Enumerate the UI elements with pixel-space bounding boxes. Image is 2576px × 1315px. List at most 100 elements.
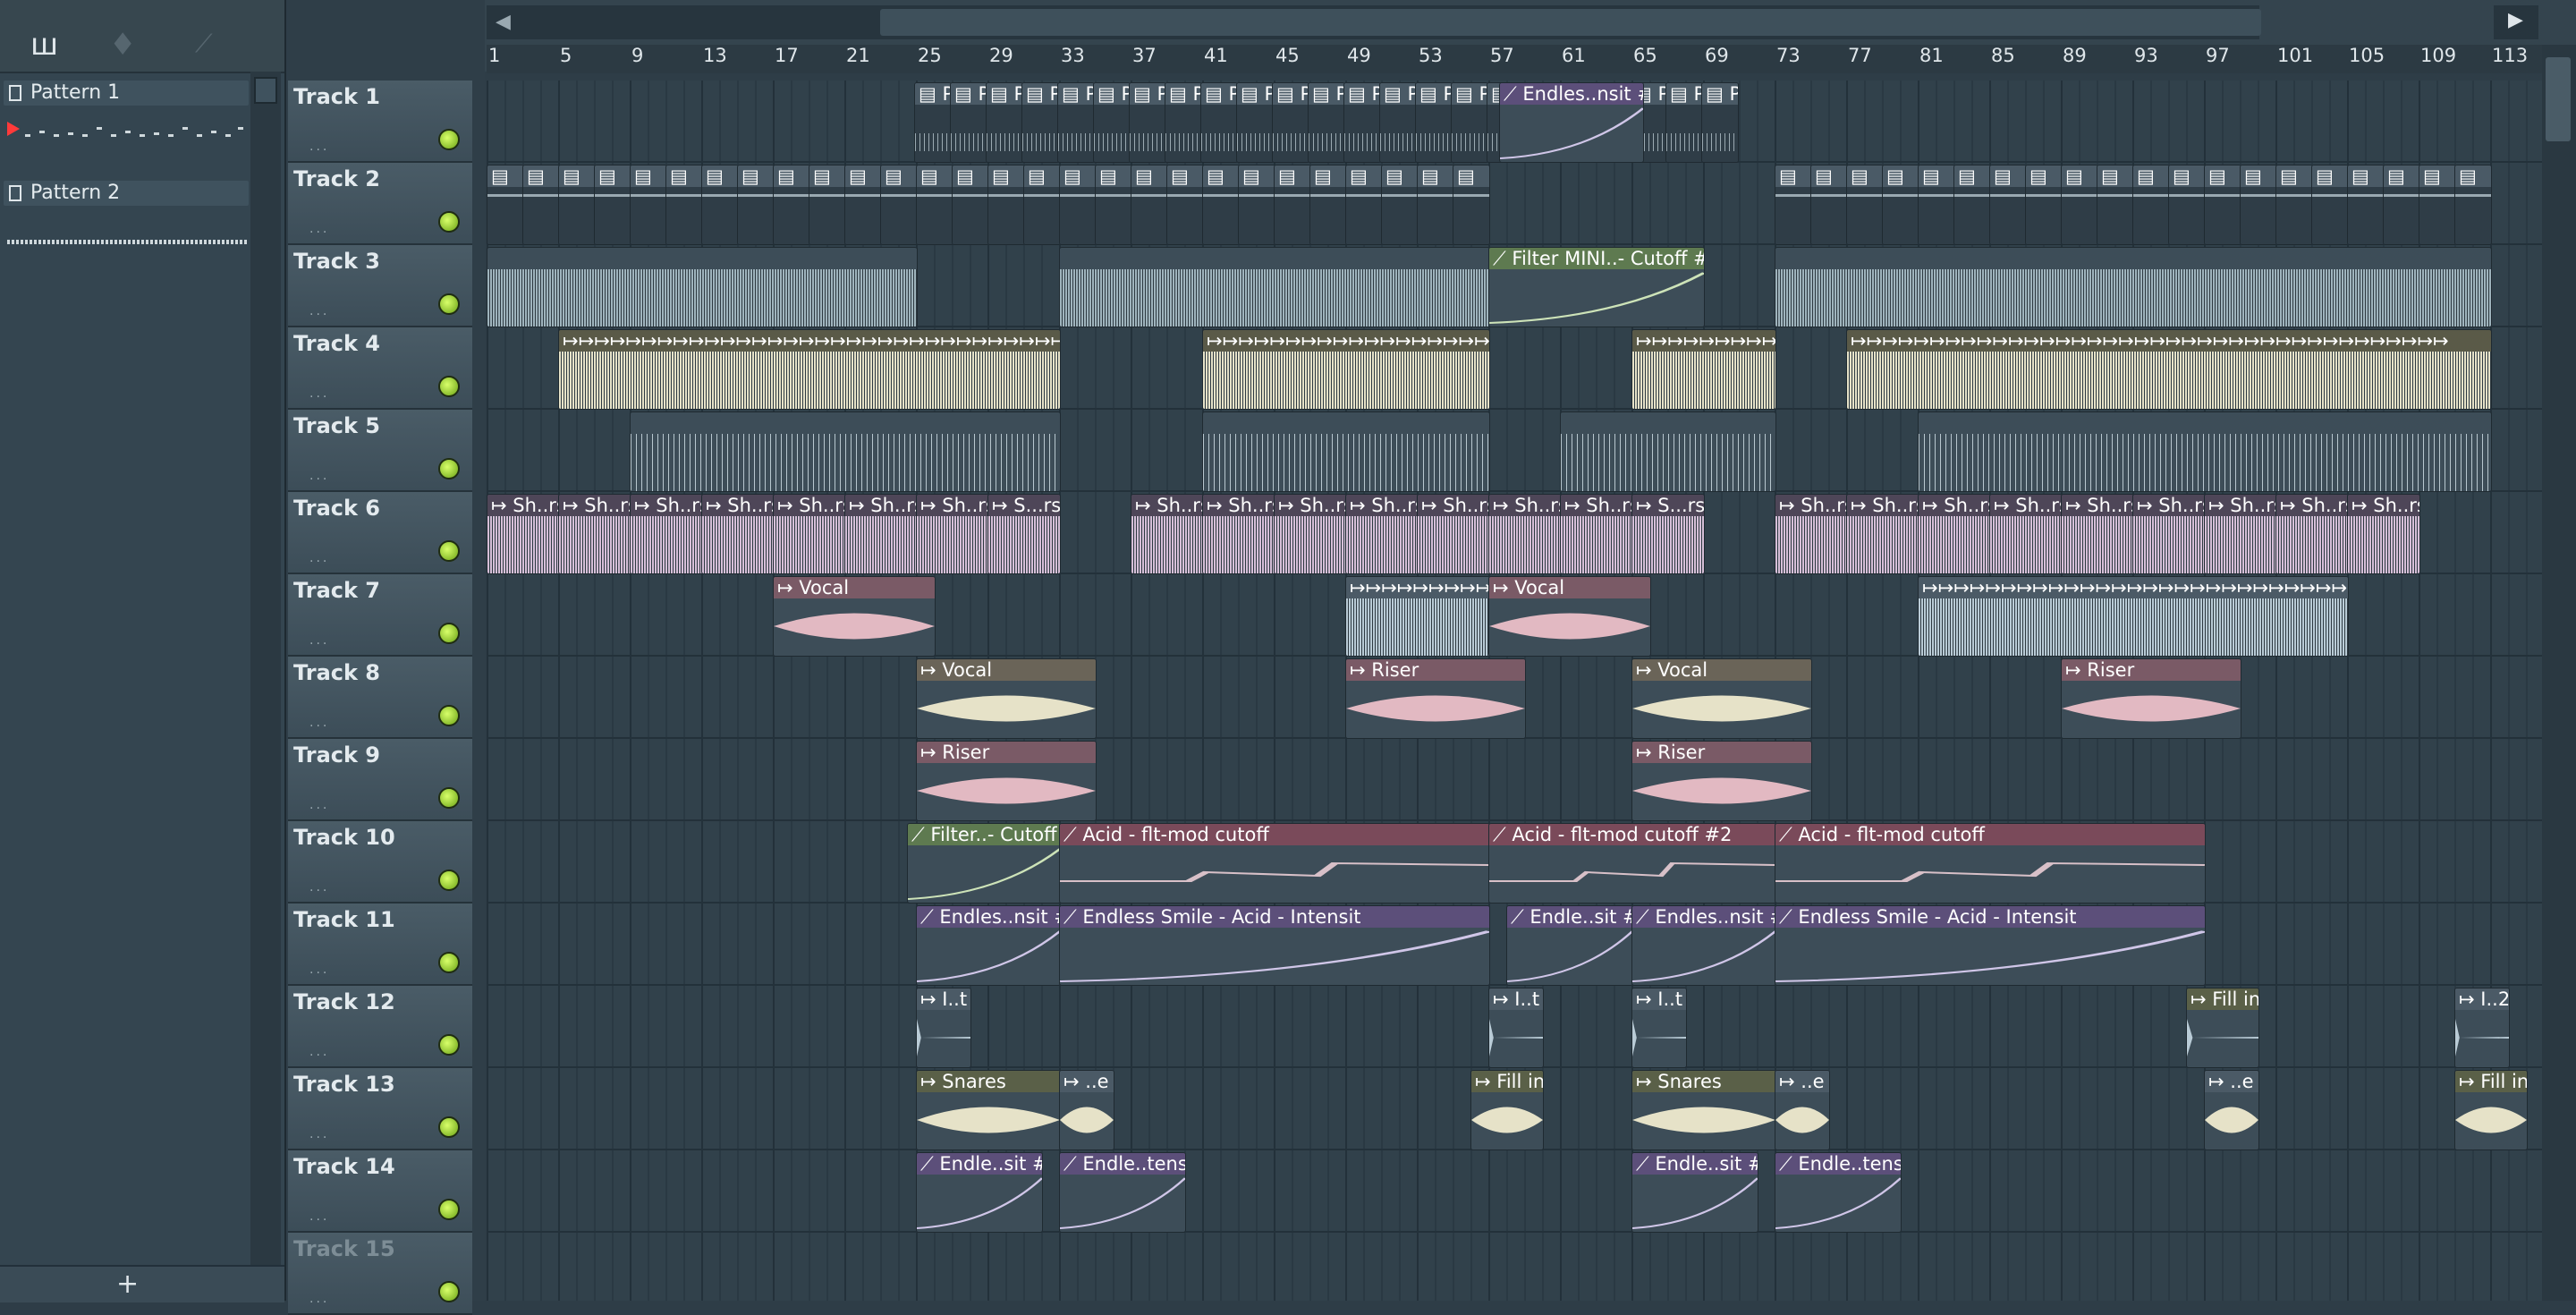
track-grip-icon[interactable]: ... [309,386,329,401]
track-mute-led[interactable] [438,540,460,562]
track-mute-led[interactable] [438,1199,460,1220]
automation-clip[interactable]: ⟋ Endle..sit #3 [916,1152,1043,1233]
pattern-clip[interactable]: ▤ Pa..1 [1701,82,1739,163]
scroll-right-button[interactable]: ▶ [2494,5,2538,39]
track-mute-led[interactable] [438,787,460,809]
add-pattern-button[interactable]: + [116,1268,139,1300]
pattern-clip[interactable]: ▤ [1059,165,1097,245]
pattern-clip[interactable]: ▤ [1989,165,2027,245]
audio-clip[interactable]: ↦ Sh..rs [1846,494,1919,574]
track-grip-icon[interactable]: ... [309,798,329,812]
overview-window[interactable] [880,9,2261,36]
pattern-clip[interactable]: ▤ [880,165,918,245]
pattern-clip[interactable]: ▤ [1274,165,1311,245]
track-header[interactable]: Track 11... [288,904,472,986]
audio-clip[interactable] [1202,411,1490,492]
audio-clip[interactable]: ↦ Sh..rs [1918,494,1991,574]
audio-clip[interactable] [630,411,1061,492]
audio-clip[interactable] [487,247,918,327]
pattern-clip[interactable]: ▤ [1846,165,1884,245]
track-header[interactable]: Track 2... [288,163,472,245]
automation-clip[interactable]: ⟋ Acid - flt-mod cutoff [1059,823,1490,904]
pattern-clip[interactable]: ▤ P...1 [1308,82,1345,163]
audio-clip[interactable]: ↦ Sh..rs [487,494,560,574]
pattern-clip[interactable]: ▤ P...1 [950,82,987,163]
track-grip-icon[interactable]: ... [309,716,329,730]
track-header[interactable]: Track 4... [288,327,472,410]
song-overview-scrollbar[interactable]: ◀ [487,5,2261,39]
automation-clip[interactable]: ⟋ Endles..nsit #2 [1631,905,1776,986]
track-grip-icon[interactable]: ... [309,222,329,236]
track-mute-led[interactable] [438,376,460,397]
automation-clip[interactable]: ⟋ Endle..tensit [1775,1152,1902,1233]
pattern-clip[interactable]: ▤ Pa..1 [1272,82,1309,163]
audio-clip[interactable]: ↦ I..t [916,988,971,1068]
audio-clip[interactable]: ↦ ..e [2204,1070,2259,1150]
track-header[interactable]: Track 13... [288,1068,472,1150]
audio-clip[interactable]: ↦ Sh..rs [558,494,631,574]
pattern-clip[interactable]: ▤ [1309,165,1347,245]
pattern-clip[interactable]: ▤ [1953,165,1991,245]
track-mute-led[interactable] [438,458,460,479]
pattern-clip[interactable]: ▤ [773,165,810,245]
audio-clip[interactable] [1918,411,2492,492]
audio-clip[interactable]: ↦ Sh..rs [1131,494,1204,574]
pattern-clip[interactable]: ▤ [594,165,631,245]
track-mute-led[interactable] [438,952,460,973]
pattern-item-1[interactable]: Pattern 1 [4,81,249,106]
pattern-clip[interactable]: ▤ [1775,165,1812,245]
track-mute-led[interactable] [438,293,460,315]
audio-clip[interactable]: ↦ Riser [1345,658,1526,739]
pattern-clip[interactable]: ▤ [2204,165,2241,245]
pattern-clip[interactable]: ▤ [1882,165,1919,245]
pattern-clip[interactable]: ▤ Pa..1 [1379,82,1417,163]
track-grip-icon[interactable]: ... [309,1127,329,1141]
audio-clip[interactable]: ↦ Vocal [1631,658,1812,739]
pattern-clip[interactable]: ▤ [1095,165,1132,245]
automation-clip[interactable]: ⟋ Acid - flt-mod cutoff [1775,823,2206,904]
track-mute-led[interactable] [438,129,460,150]
track-header[interactable]: Track 6... [288,492,472,574]
audio-clip[interactable]: ↦ Fill in [1470,1070,1544,1150]
audio-clip[interactable] [1775,247,2492,327]
track-grip-icon[interactable]: ... [309,880,329,895]
pattern-clip[interactable]: ▤ Pa..1 [986,82,1023,163]
pattern-clip[interactable]: ▤ Pa..1 [1236,82,1274,163]
pattern-clip[interactable]: ▤ [2168,165,2206,245]
pattern-clip[interactable]: ▤ [737,165,775,245]
audio-clip[interactable]: ↦ Vocal [916,658,1097,739]
audio-clip-icon[interactable]: ♦ [109,27,136,63]
track-header[interactable]: Track 15... [288,1233,472,1315]
audio-clip[interactable]: ↦↦↦↦↦↦↦↦↦↦↦↦↦↦↦↦↦↦↦↦↦↦↦↦↦↦↦↦↦↦↦↦↦↦↦↦↦↦ [1202,329,1490,410]
pattern-clip[interactable]: ▤ [1810,165,1848,245]
audio-clip[interactable]: ↦↦↦↦↦↦↦↦↦↦↦↦↦↦↦↦↦↦↦↦↦↦↦↦↦↦↦↦↦↦↦↦↦↦↦↦↦↦ [558,329,1061,410]
vertical-scroll-handle[interactable] [2546,57,2571,141]
vertical-scrollbar[interactable] [2542,45,2576,1301]
track-grip-icon[interactable]: ... [309,963,329,977]
scroll-left-icon[interactable]: ◀ [496,11,511,33]
pattern-clip[interactable]: ▤ [1023,165,1061,245]
track-header[interactable]: Track 5... [288,410,472,492]
pattern-clip[interactable]: ▤ [1202,165,1240,245]
track-header[interactable]: Track 12... [288,986,472,1068]
audio-clip[interactable]: ↦ Fill in [2454,1070,2528,1150]
pattern-clip[interactable]: ▤ [2347,165,2385,245]
audio-clip[interactable]: ↦↦↦↦↦↦↦↦↦↦↦↦↦↦↦↦↦↦↦↦↦↦↦↦↦↦↦↦↦↦↦↦↦↦↦↦↦↦↦↦… [1918,576,2349,657]
track-header[interactable]: Track 14... [288,1150,472,1233]
pattern-clip[interactable]: ▤ [2419,165,2456,245]
audio-clip[interactable]: ↦ Sh..rs [630,494,703,574]
track-grip-icon[interactable]: ... [309,140,329,154]
pattern-clip[interactable]: ▤ Pa..1 [1200,82,1238,163]
automation-clip[interactable]: ⟋ Filter MINI..- Cutoff #2 [1488,247,1705,327]
pattern-clip[interactable]: ▤ [558,165,596,245]
piano-roll-icon[interactable]: ш [30,27,58,63]
track-mute-led[interactable] [438,705,460,726]
audio-clip[interactable]: ↦ Sh..rs [1989,494,2063,574]
audio-clip[interactable]: ↦ Sh..rs [844,494,918,574]
audio-clip[interactable]: ↦ Sh..rs [2204,494,2277,574]
pattern-clip[interactable]: ▤ Pa..1 [1057,82,1095,163]
picker-scrollbar[interactable] [250,72,281,1265]
pattern-clip[interactable]: ▤ [701,165,739,245]
pattern-clip[interactable]: ▤ Pa..1 [1343,82,1381,163]
track-header[interactable]: Track 8... [288,657,472,739]
